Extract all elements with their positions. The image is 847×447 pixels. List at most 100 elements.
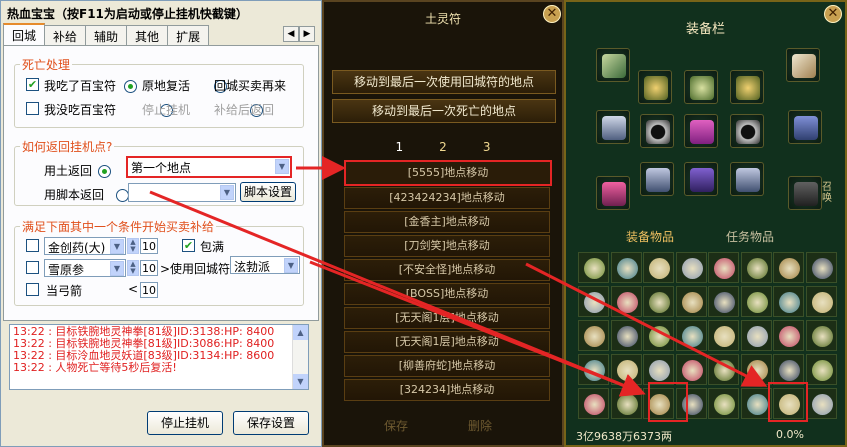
bag-slot[interactable] xyxy=(708,388,739,419)
location-item[interactable]: [BOSS]地点移动 xyxy=(344,283,550,305)
location-item[interactable]: [324234]地点移动 xyxy=(344,379,550,401)
equip-slot-ring2[interactable] xyxy=(730,114,764,148)
bag-slot[interactable] xyxy=(610,388,642,419)
equip-slot-summon[interactable] xyxy=(788,176,822,210)
stop-button[interactable]: 停止挂机 xyxy=(147,411,223,435)
bag-slot[interactable] xyxy=(643,286,674,317)
bag-full-checkbox[interactable]: ✔ xyxy=(182,239,195,252)
supply-item-select[interactable]: 金创药(大) ▼ xyxy=(44,237,126,255)
save-settings-button[interactable]: 保存设置 xyxy=(233,411,309,435)
equip-slot-shoulder[interactable] xyxy=(596,110,630,144)
spinner[interactable]: ▲ ▼ xyxy=(127,260,139,276)
bag-slot[interactable] xyxy=(773,320,804,351)
save-location-button[interactable]: 保存 xyxy=(384,417,408,434)
tab-equip-items[interactable]: 装备物品 xyxy=(626,228,674,245)
tab-quest-items[interactable]: 任务物品 xyxy=(726,228,774,245)
bag-slot[interactable] xyxy=(740,388,772,419)
revive-radio[interactable] xyxy=(124,80,137,93)
bag-slot[interactable] xyxy=(708,320,739,351)
bag-slot[interactable] xyxy=(708,252,739,283)
supply-threshold-input[interactable]: 10 xyxy=(140,260,158,276)
script-settings-button[interactable]: 脚本设置 xyxy=(240,182,296,202)
bag-slot[interactable] xyxy=(610,354,642,385)
equip-slot-cape[interactable] xyxy=(788,110,822,144)
page-1[interactable]: 1 xyxy=(396,140,404,154)
location-item[interactable]: [柳善府蛇]地点移动 xyxy=(344,355,550,377)
scroll-down-icon[interactable]: ▼ xyxy=(293,374,308,389)
tab-other[interactable]: 其他 xyxy=(126,25,169,45)
location-item[interactable]: [5555]地点移动 xyxy=(344,160,552,186)
bag-slot[interactable] xyxy=(740,252,772,283)
bag-slot[interactable] xyxy=(610,320,642,351)
bag-slot[interactable] xyxy=(643,252,674,283)
equip-slot-earring2[interactable] xyxy=(730,70,764,104)
supply-threshold-input[interactable]: 10 xyxy=(140,282,158,298)
location-item[interactable]: [刀剑笑]地点移动 xyxy=(344,235,550,257)
supply-item-select[interactable]: 雪原参 ▼ xyxy=(44,259,126,277)
bag-slot[interactable] xyxy=(643,320,674,351)
supply-row-checkbox[interactable] xyxy=(26,283,39,296)
bag-slot[interactable] xyxy=(578,252,609,283)
move-last-return-button[interactable]: 移动到最后一次使用回城符的地点 xyxy=(332,70,556,94)
bag-slot[interactable] xyxy=(740,354,772,385)
bag-slot[interactable] xyxy=(675,252,707,283)
earth-location-select[interactable]: 第一个地点 ▼ xyxy=(126,156,292,178)
equip-slot-bracer[interactable] xyxy=(640,162,674,196)
location-item[interactable]: [无天阁1层]地点移动 xyxy=(344,307,550,329)
bag-slot[interactable] xyxy=(578,388,609,419)
bag-slot[interactable] xyxy=(578,286,609,317)
bag-slot[interactable] xyxy=(805,286,837,317)
supply-row-checkbox[interactable] xyxy=(26,239,39,252)
tab-supply[interactable]: 补给 xyxy=(44,25,87,45)
bag-slot[interactable] xyxy=(675,320,707,351)
script-select[interactable]: ▼ xyxy=(128,183,236,202)
move-last-death-button[interactable]: 移动到最后一次死亡的地点 xyxy=(332,99,556,123)
bag-slot[interactable] xyxy=(578,320,609,351)
equip-slot-weapon[interactable] xyxy=(596,48,630,82)
bag-slot[interactable] xyxy=(740,320,772,351)
bag-slot[interactable] xyxy=(805,252,837,283)
location-item[interactable]: [423424234]地点移动 xyxy=(344,187,550,209)
faction-select[interactable]: 泫勃派 ▼ xyxy=(230,256,300,274)
close-icon[interactable]: ✕ xyxy=(824,5,842,23)
supply-row-checkbox[interactable] xyxy=(26,261,39,274)
spinner[interactable]: ▲ ▼ xyxy=(127,238,139,254)
bag-slot[interactable] xyxy=(643,354,674,385)
bag-slot[interactable] xyxy=(773,286,804,317)
location-item[interactable]: [不安全怪]地点移动 xyxy=(344,259,550,281)
bag-slot[interactable] xyxy=(740,286,772,317)
tab-assist[interactable]: 辅助 xyxy=(85,25,128,45)
log-scrollbar[interactable]: ▲ ▼ xyxy=(292,325,308,389)
bag-slot[interactable] xyxy=(578,354,609,385)
equip-slot-bracer2[interactable] xyxy=(730,162,764,196)
equip-slot-armor[interactable] xyxy=(684,114,718,148)
bag-slot[interactable] xyxy=(675,286,707,317)
equip-slot-earring[interactable] xyxy=(638,70,672,104)
equip-slot-glove[interactable] xyxy=(596,176,630,210)
page-2[interactable]: 2 xyxy=(439,140,447,154)
bag-slot[interactable] xyxy=(675,354,707,385)
close-icon[interactable]: ✕ xyxy=(543,5,561,23)
tab-return[interactable]: 回城 xyxy=(3,23,46,45)
bag-slot[interactable] xyxy=(805,354,837,385)
bag-slot[interactable] xyxy=(708,286,739,317)
bag-slot[interactable] xyxy=(610,286,642,317)
scroll-up-icon[interactable]: ▲ xyxy=(293,325,308,340)
not-ate-checkbox[interactable] xyxy=(26,102,39,115)
tab-left-icon[interactable]: ◀ xyxy=(283,26,299,42)
bag-slot[interactable] xyxy=(805,320,837,351)
equip-slot-ring[interactable] xyxy=(640,114,674,148)
tab-right-icon[interactable]: ▶ xyxy=(299,26,315,42)
ate-checkbox[interactable]: ✔ xyxy=(26,78,39,91)
bag-slot[interactable] xyxy=(610,252,642,283)
page-3[interactable]: 3 xyxy=(483,140,491,154)
equip-slot-scroll[interactable] xyxy=(786,48,820,82)
delete-location-button[interactable]: 删除 xyxy=(468,417,492,434)
bag-slot[interactable] xyxy=(773,354,804,385)
equip-slot-boots[interactable] xyxy=(684,162,718,196)
location-item[interactable]: [金香主]地点移动 xyxy=(344,211,550,233)
log-box[interactable]: 13:22 : 目标铁腕地灵神拳[81级]ID:3138:HP: 8400 13… xyxy=(9,324,309,390)
bag-slot[interactable] xyxy=(805,388,837,419)
equip-slot-necklace[interactable] xyxy=(684,70,718,104)
supply-threshold-input[interactable]: 10 xyxy=(140,238,158,254)
